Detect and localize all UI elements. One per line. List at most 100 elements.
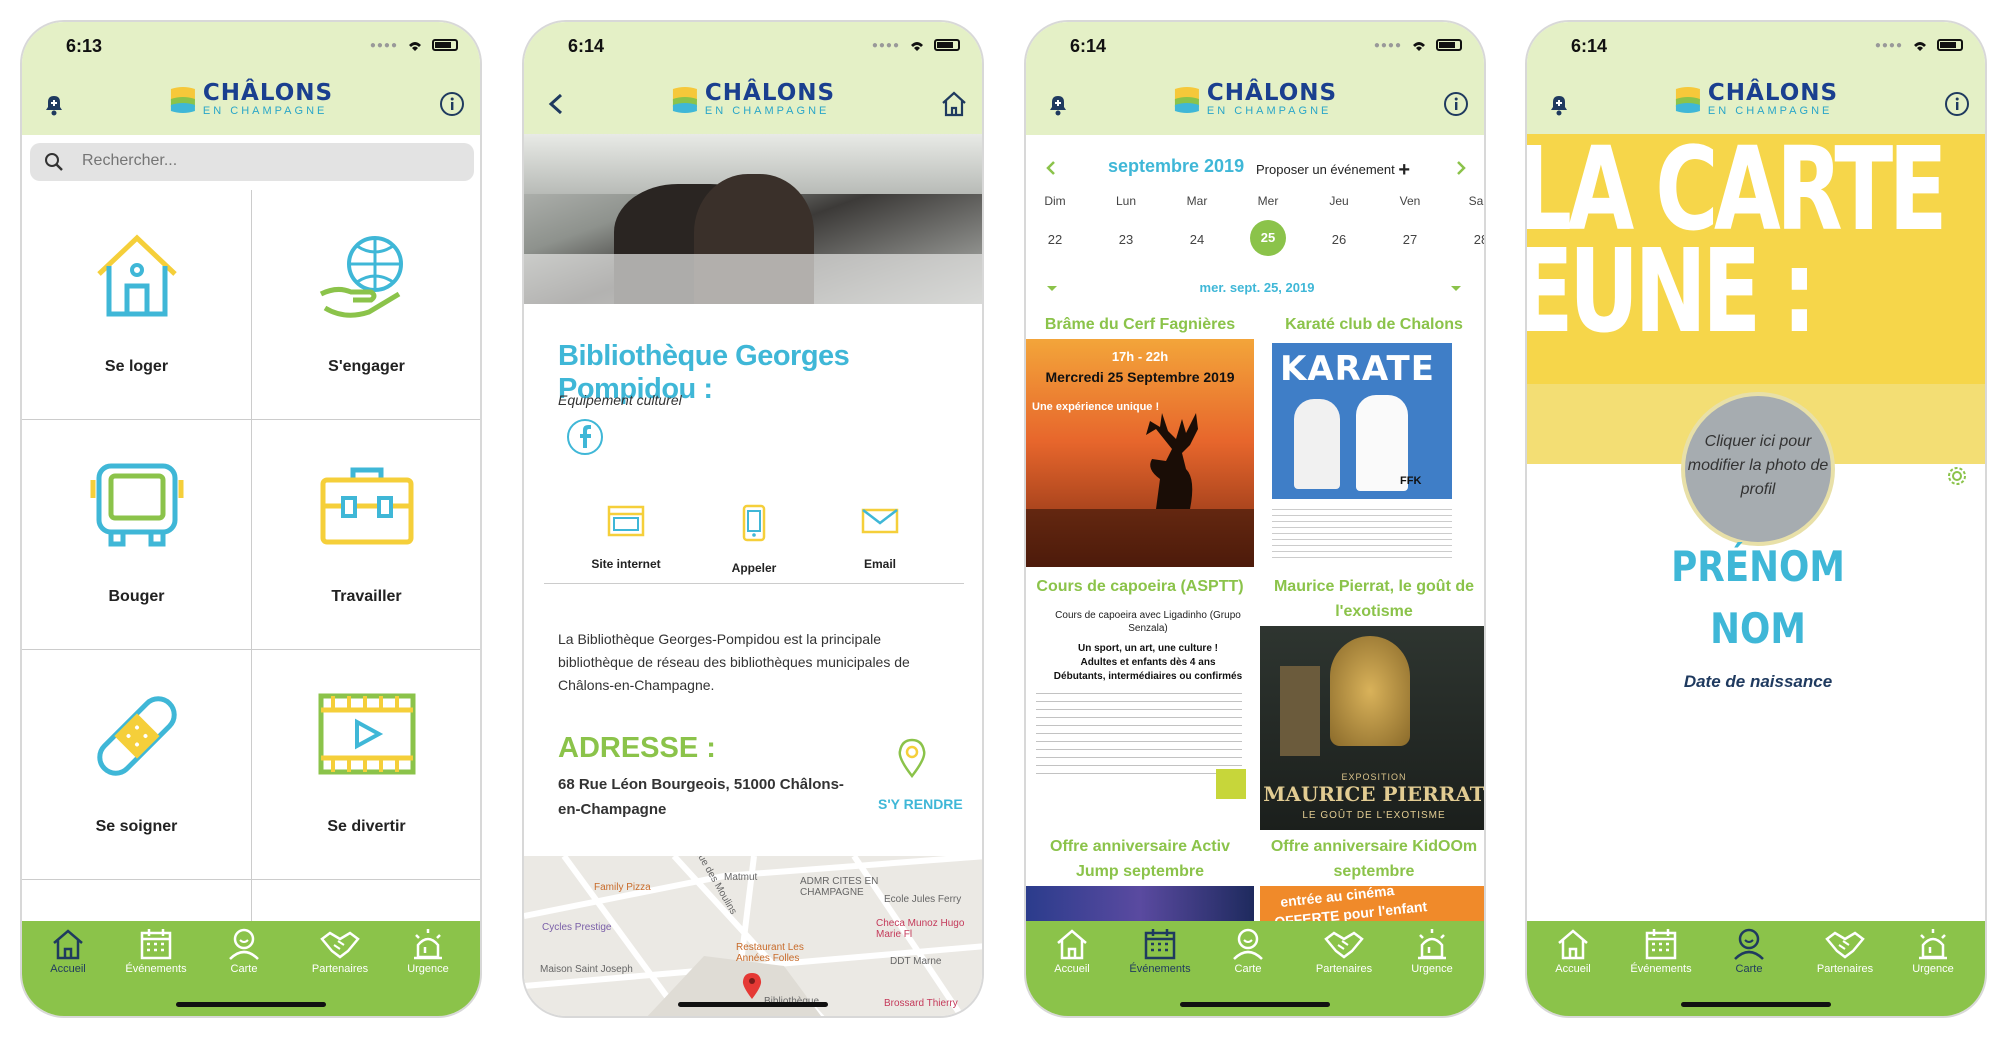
browser-icon <box>607 505 645 537</box>
status-icons: ●●●● <box>370 38 458 52</box>
banner-line: JEUNE : <box>1527 225 1817 359</box>
directions-link[interactable]: S'Y RENDRE <box>878 796 963 812</box>
event-card[interactable]: Offre anniversaire Activ Jump septembre <box>1026 834 1254 926</box>
collapse-right-icon[interactable] <box>1450 285 1462 293</box>
info-icon[interactable] <box>436 88 468 120</box>
tile-se-loger[interactable]: Se loger <box>22 190 252 420</box>
tab-label: Partenaires <box>1315 963 1373 975</box>
tab-accueil[interactable]: Accueil <box>1533 927 1613 975</box>
signal-icon: ●●●● <box>1373 39 1402 51</box>
tab-urgence[interactable]: Urgence <box>1893 927 1973 975</box>
selected-date: mer. sept. 25, 2019 <box>1199 280 1315 295</box>
propose-event-button[interactable]: Proposer un événement + <box>1256 159 1410 182</box>
map-label: Cycles Prestige <box>542 922 612 933</box>
prev-month-icon[interactable] <box>1044 160 1058 176</box>
event-title: Brâme du Cerf Fagnières <box>1044 316 1236 333</box>
event-card[interactable]: Maurice Pierrat, le goût de l'exotisme E… <box>1260 574 1484 830</box>
tab-partenaires[interactable]: Partenaires <box>1304 927 1384 975</box>
tile-se-divertir[interactable]: Se divertir <box>252 650 480 880</box>
home-icon[interactable] <box>938 88 970 120</box>
tab-urgence[interactable]: Urgence <box>388 927 468 975</box>
day-cell[interactable]: Dim 22 <box>1026 194 1085 247</box>
event-card[interactable]: Brâme du Cerf Fagnières 17h - 22h Mercre… <box>1026 312 1254 567</box>
map-view[interactable]: Matmut ADMR CITES EN CHAMPAGNE Family Pi… <box>524 856 982 1016</box>
map-pin-icon[interactable] <box>896 738 928 783</box>
tab-accueil[interactable]: Accueil <box>1032 927 1112 975</box>
tile-s-engager[interactable]: S'engager <box>252 190 480 420</box>
venue-description: La Bibliothèque Georges-Pompidou est la … <box>558 631 910 693</box>
tab-bar: Accueil Événements Carte Partenaires Urg… <box>1527 921 1985 1016</box>
day-cell[interactable]: Lun 23 <box>1096 194 1156 247</box>
notification-icon[interactable] <box>38 88 70 120</box>
event-poster: Cours de capoeira avec Ligadinho (Grupo … <box>1026 601 1254 805</box>
tab-evenements[interactable]: Événements <box>1621 927 1701 975</box>
map-label: Brossard Thierry <box>884 998 958 1009</box>
event-poster: EXPOSITION MAURICE PIERRAT LE GOÛT DE L'… <box>1260 626 1484 830</box>
notification-icon[interactable] <box>1042 88 1074 120</box>
logo-sub: EN CHAMPAGNE <box>202 105 328 117</box>
day-cell[interactable]: Mar 24 <box>1167 194 1227 247</box>
info-icon[interactable] <box>1941 88 1973 120</box>
tab-partenaires[interactable]: Partenaires <box>300 927 380 975</box>
bandage-icon <box>96 696 177 776</box>
plus-icon: + <box>1398 159 1411 181</box>
house-icon <box>96 234 177 317</box>
app-logo: CHÂLONS EN CHAMPAGNE <box>671 82 835 117</box>
search-input[interactable] <box>82 152 382 170</box>
day-cell[interactable]: Jeu 26 <box>1309 194 1369 247</box>
birth-date: Date de naissance <box>1683 672 1833 691</box>
tab-carte[interactable]: Carte <box>1709 927 1789 975</box>
day-cell[interactable]: Sam 28 <box>1451 194 1484 247</box>
profile-icon <box>229 928 259 960</box>
settings-icon[interactable] <box>1945 464 1969 488</box>
day-cell[interactable]: Ven 27 <box>1380 194 1440 247</box>
tab-carte[interactable]: Carte <box>1208 927 1288 975</box>
day-name: Ven <box>1399 194 1421 208</box>
notification-icon[interactable] <box>1543 88 1575 120</box>
wifi-icon <box>409 42 421 51</box>
logo-mark-icon <box>1174 86 1199 113</box>
tab-urgence[interactable]: Urgence <box>1392 927 1472 975</box>
back-icon[interactable] <box>540 88 572 120</box>
tab-partenaires[interactable]: Partenaires <box>1805 927 1885 975</box>
next-month-icon[interactable] <box>1454 160 1468 176</box>
home-icon <box>1057 929 1087 960</box>
signal-icon: ●●●● <box>369 39 398 51</box>
wifi-icon <box>1914 42 1926 51</box>
tile-travailler[interactable]: Travailler <box>252 420 480 650</box>
tab-bar: Accueil Événements Carte Partenaires Urg… <box>1026 921 1484 1016</box>
website-button[interactable]: Site internet <box>566 504 686 571</box>
last-name: NOM <box>1710 604 1806 653</box>
event-card[interactable]: Cours de capoeira (ASPTT) Cours de capoe… <box>1026 574 1254 805</box>
info-icon[interactable] <box>1440 88 1472 120</box>
email-button[interactable]: Email <box>820 504 940 571</box>
poster-date: Mercredi 25 Septembre 2019 <box>1045 369 1235 385</box>
poster-text: Adultes et enfants dès 4 ans <box>1080 657 1216 668</box>
day-cell-selected[interactable]: Mer 25 <box>1238 194 1298 256</box>
action-label: Email <box>863 557 896 571</box>
facebook-icon[interactable] <box>566 418 604 461</box>
tile-bouger[interactable]: Bouger <box>22 420 252 650</box>
day-name: Dim <box>1044 194 1066 208</box>
tile-se-soigner[interactable]: Se soigner <box>22 650 252 880</box>
event-card[interactable]: Karaté club de Chalons KARATE FFK <box>1260 312 1484 567</box>
event-card[interactable]: Offre anniversaire KidOOm septembre entr… <box>1260 834 1484 926</box>
calendar-icon <box>140 929 172 960</box>
tab-accueil[interactable]: Accueil <box>28 927 108 975</box>
battery-icon <box>1937 39 1963 51</box>
event-title: Offre anniversaire Activ Jump septembre <box>1050 838 1230 880</box>
call-button[interactable]: Appeler <box>694 504 814 575</box>
day-name: Jeu <box>1329 194 1349 208</box>
calendar-nav: septembre 2019 Proposer un événement + <box>1026 148 1484 188</box>
tab-label: Urgence <box>1411 963 1453 975</box>
logo-sub: EN CHAMPAGNE <box>704 105 830 117</box>
search-bar[interactable] <box>30 143 474 181</box>
event-poster: KARATE FFK <box>1260 339 1484 567</box>
tab-carte[interactable]: Carte <box>204 927 284 975</box>
profile-photo[interactable]: Cliquer ici pour modifier la photo de pr… <box>1681 392 1835 546</box>
tab-evenements[interactable]: Événements <box>116 927 196 975</box>
map-label: Matmut <box>724 872 758 883</box>
tab-evenements[interactable]: Événements <box>1120 927 1200 975</box>
logo-name: CHÂLONS <box>202 80 334 106</box>
day-number: 24 <box>1189 232 1205 247</box>
